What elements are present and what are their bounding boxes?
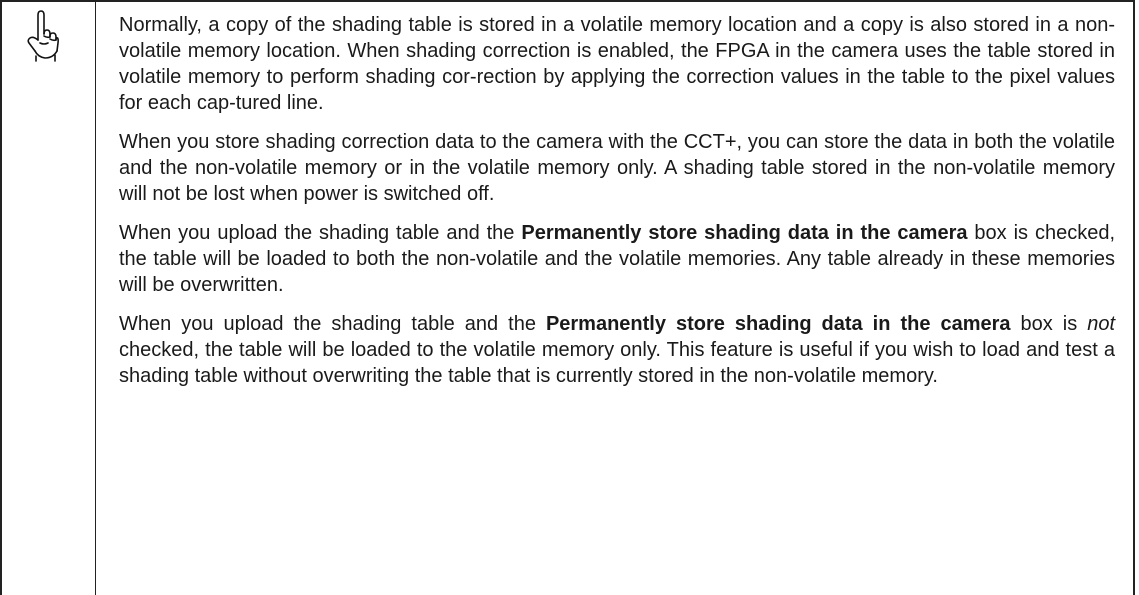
- paragraph-1: Normally, a copy of the shading table is…: [119, 12, 1115, 116]
- paragraph-4-emphasis: not: [1087, 313, 1116, 335]
- paragraph-4: When you upload the shading table and th…: [119, 311, 1115, 389]
- paragraph-1-text: Normally, a copy of the shading table is…: [119, 14, 1115, 114]
- paragraph-3-checkbox-name: Permanently store shading data in the ca…: [521, 222, 968, 244]
- note-text: Normally, a copy of the shading table is…: [119, 12, 1115, 402]
- pointing-hand-icon: [27, 10, 59, 62]
- paragraph-4-mid: box is: [1010, 313, 1088, 335]
- paragraph-4-tail: checked, the table will be loaded to the…: [119, 339, 1115, 387]
- paragraph-2: When you store shading correction data t…: [119, 129, 1115, 207]
- note-box: Normally, a copy of the shading table is…: [0, 0, 1135, 595]
- paragraph-2-text: When you store shading correction data t…: [119, 131, 1115, 205]
- paragraph-4-lead: When you upload the shading table and th…: [119, 313, 546, 335]
- paragraph-3: When you upload the shading table and th…: [119, 220, 1115, 298]
- paragraph-3-lead: When you upload the shading table and th…: [119, 222, 522, 244]
- note-icon-column: [4, 2, 96, 595]
- paragraph-4-checkbox-name: Permanently store shading data in the ca…: [545, 313, 1011, 335]
